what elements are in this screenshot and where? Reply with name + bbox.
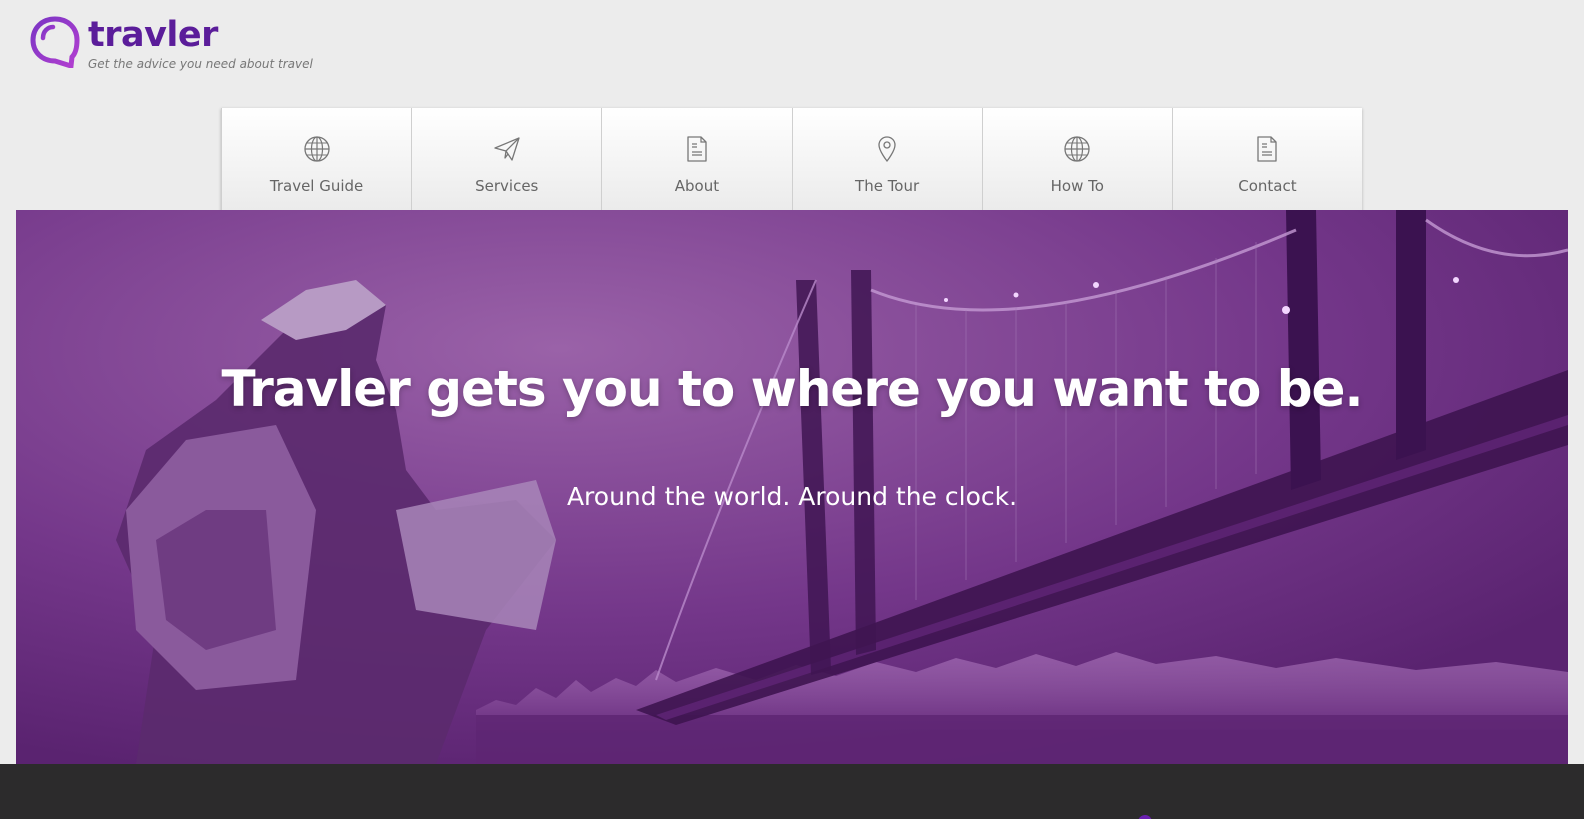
document-icon	[683, 135, 711, 163]
nav-item-travel-guide[interactable]: Travel Guide	[221, 108, 413, 220]
nav-label: How To	[1050, 177, 1104, 195]
globe-icon	[1063, 135, 1091, 163]
hero-subtitle: Around the world. Around the clock.	[566, 482, 1018, 511]
logo[interactable]: travler Get the advice you need about tr…	[30, 16, 313, 71]
site-header: travler Get the advice you need about tr…	[0, 0, 1584, 225]
brand-tagline: Get the advice you need about travel	[88, 57, 313, 71]
nav-label: Contact	[1238, 177, 1297, 195]
nav-item-contact[interactable]: Contact	[1172, 108, 1363, 220]
nav-item-services[interactable]: Services	[412, 108, 603, 220]
nav-item-about[interactable]: About	[602, 108, 793, 220]
nav-item-how-to[interactable]: How To	[982, 108, 1173, 220]
nav-label: The Tour	[855, 177, 920, 195]
nav-item-the-tour[interactable]: The Tour	[792, 108, 983, 220]
globe-icon	[303, 135, 331, 163]
document-icon	[1253, 135, 1281, 163]
hero-banner: Travler gets you to where you want to be…	[16, 210, 1568, 764]
footer-bar	[0, 764, 1584, 819]
hero-title: Travler gets you to where you want to be…	[221, 360, 1364, 418]
nav-label: Travel Guide	[269, 177, 364, 195]
nav-label: Services	[475, 177, 539, 195]
brand-name: travler	[88, 15, 218, 55]
map-pin-icon	[873, 135, 901, 163]
main-nav: Travel Guide Services About The Tour How…	[221, 108, 1363, 225]
paper-plane-icon	[493, 135, 521, 163]
speech-bubble-icon	[30, 16, 80, 70]
nav-label: About	[674, 177, 720, 195]
